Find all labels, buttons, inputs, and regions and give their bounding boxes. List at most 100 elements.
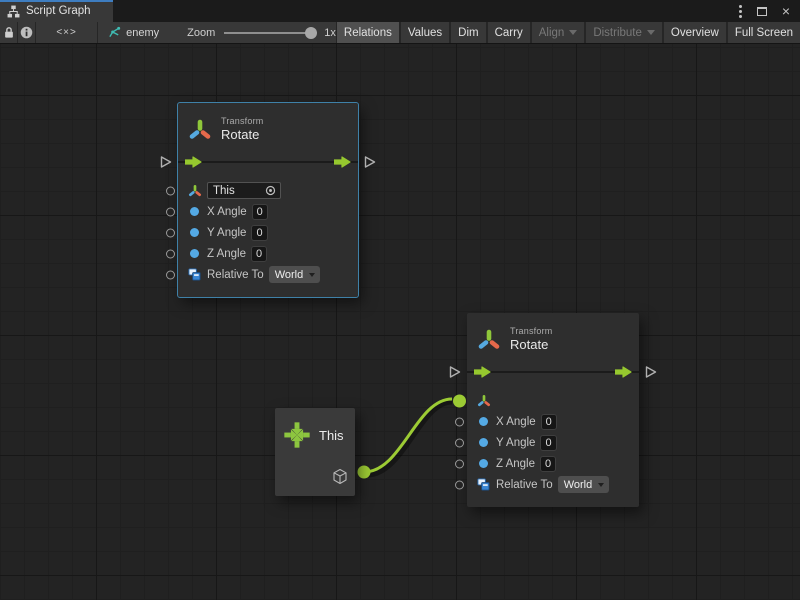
z-angle-label: Z Angle — [496, 458, 535, 470]
graph-reference[interactable]: enemy — [108, 26, 159, 39]
overview-button[interactable]: Overview — [664, 22, 726, 43]
z-angle-port[interactable] — [455, 459, 464, 468]
values-button[interactable]: Values — [401, 22, 449, 43]
node-header: Transform Rotate — [178, 103, 358, 151]
caret-down-icon — [647, 30, 655, 35]
node-rotate-1[interactable]: Transform Rotate — [178, 103, 358, 297]
dim-button[interactable]: Dim — [451, 22, 485, 43]
window-controls: × — [739, 0, 800, 22]
relative-to-label: Relative To — [496, 479, 553, 491]
target-input-port[interactable] — [166, 186, 175, 195]
maximize-icon[interactable] — [757, 7, 767, 16]
flow-row — [467, 361, 639, 383]
flow-in-arrow-icon — [185, 156, 202, 168]
close-icon[interactable]: × — [782, 4, 790, 18]
x-angle-input[interactable]: 0 — [541, 414, 557, 430]
gameobject-cube-icon — [332, 468, 348, 485]
flow-input-port[interactable] — [449, 366, 461, 378]
z-angle-input[interactable]: 0 — [540, 456, 556, 472]
relative-to-port[interactable] — [166, 270, 175, 279]
wire-layer — [0, 44, 800, 600]
enum-type-icon — [187, 268, 202, 281]
target-input-port-connected[interactable] — [453, 394, 466, 407]
y-angle-row: Y Angle 0 — [187, 222, 349, 243]
y-angle-port[interactable] — [455, 438, 464, 447]
x-angle-port[interactable] — [455, 417, 464, 426]
y-angle-port[interactable] — [166, 228, 175, 237]
lock-button[interactable] — [0, 22, 18, 43]
y-angle-input[interactable]: 0 — [251, 225, 267, 241]
relations-button[interactable]: Relations — [337, 22, 399, 43]
wire-shadow — [367, 402, 452, 475]
this-self-icon — [282, 420, 312, 450]
transform-mini-icon — [187, 184, 202, 198]
z-angle-port[interactable] — [166, 249, 175, 258]
relative-to-value: World — [564, 479, 593, 491]
align-button[interactable]: Align — [532, 22, 585, 43]
y-angle-label: Y Angle — [207, 227, 246, 239]
script-graph-window: Script Graph × <×> — [0, 0, 800, 600]
info-icon — [20, 26, 33, 39]
relative-to-port[interactable] — [455, 480, 464, 489]
relative-to-row: Relative To World — [187, 264, 349, 285]
node-this[interactable]: This — [275, 408, 355, 496]
node-header: Transform Rotate — [467, 313, 639, 361]
toolbar-middle: enemy Zoom 1x — [98, 22, 337, 43]
z-angle-row: Z Angle 0 — [187, 243, 349, 264]
float-type-icon — [190, 249, 199, 258]
toolbar-buttons: Relations Values Dim Carry Align Distrib… — [337, 22, 800, 43]
lock-icon — [3, 26, 15, 39]
target-object-value: This — [213, 185, 235, 197]
y-angle-label: Y Angle — [496, 437, 535, 449]
float-type-icon — [479, 438, 488, 447]
object-picker-icon[interactable] — [265, 185, 276, 196]
target-object-field[interactable]: This — [207, 182, 281, 199]
x-angle-row: X Angle 0 — [187, 201, 349, 222]
fullscreen-button[interactable]: Full Screen — [728, 22, 800, 43]
relative-to-dropdown[interactable]: World — [269, 266, 321, 283]
node-title: Rotate — [510, 336, 552, 353]
x-angle-label: X Angle — [496, 416, 536, 428]
flow-output-port[interactable] — [645, 366, 657, 378]
node-rotate-2[interactable]: Transform Rotate — [467, 313, 639, 507]
z-angle-input[interactable]: 0 — [251, 246, 267, 262]
caret-down-icon — [598, 483, 604, 487]
target-row: This — [187, 180, 349, 201]
node-category: Transform — [221, 116, 263, 126]
graph-hierarchy-icon — [7, 5, 20, 18]
flow-input-port[interactable] — [160, 156, 172, 168]
zoom-value: 1x — [324, 27, 336, 39]
zoom-slider-handle[interactable] — [305, 27, 317, 39]
float-type-icon — [190, 228, 199, 237]
node-title: Rotate — [221, 126, 263, 143]
transform-icon — [188, 118, 212, 142]
zoom-slider[interactable] — [224, 32, 314, 34]
edit-graph-button[interactable]: <×> — [36, 22, 98, 43]
flow-out-arrow-icon — [334, 156, 351, 168]
connection-wire[interactable] — [364, 399, 452, 472]
flow-row — [178, 151, 358, 173]
zoom-label: Zoom — [187, 27, 215, 39]
target-row — [476, 390, 630, 411]
x-angle-port[interactable] — [166, 207, 175, 216]
window-menu-icon[interactable] — [739, 5, 742, 18]
x-angle-input[interactable]: 0 — [252, 204, 268, 220]
relative-to-dropdown[interactable]: World — [558, 476, 610, 493]
wire-source-port[interactable] — [358, 466, 371, 479]
distribute-button[interactable]: Distribute — [586, 22, 662, 43]
flow-out-arrow-icon — [615, 366, 632, 378]
graph-name-label: enemy — [126, 27, 159, 39]
tab-label: Script Graph — [26, 5, 91, 17]
flow-output-port[interactable] — [364, 156, 376, 168]
script-graph-asset-icon — [108, 26, 121, 39]
node-rows: X Angle 0 Y Angle 0 Z Angle 0 — [467, 383, 639, 507]
graph-canvas[interactable]: Transform Rotate — [0, 44, 800, 600]
relative-to-row: Relative To World — [476, 474, 630, 495]
y-angle-input[interactable]: 0 — [540, 435, 556, 451]
info-button[interactable] — [18, 22, 36, 43]
tab-script-graph[interactable]: Script Graph — [0, 0, 113, 22]
carry-button[interactable]: Carry — [488, 22, 530, 43]
header-separator — [467, 371, 639, 373]
node-header: This — [275, 408, 355, 450]
edit-graph-glyph: <×> — [56, 27, 77, 38]
